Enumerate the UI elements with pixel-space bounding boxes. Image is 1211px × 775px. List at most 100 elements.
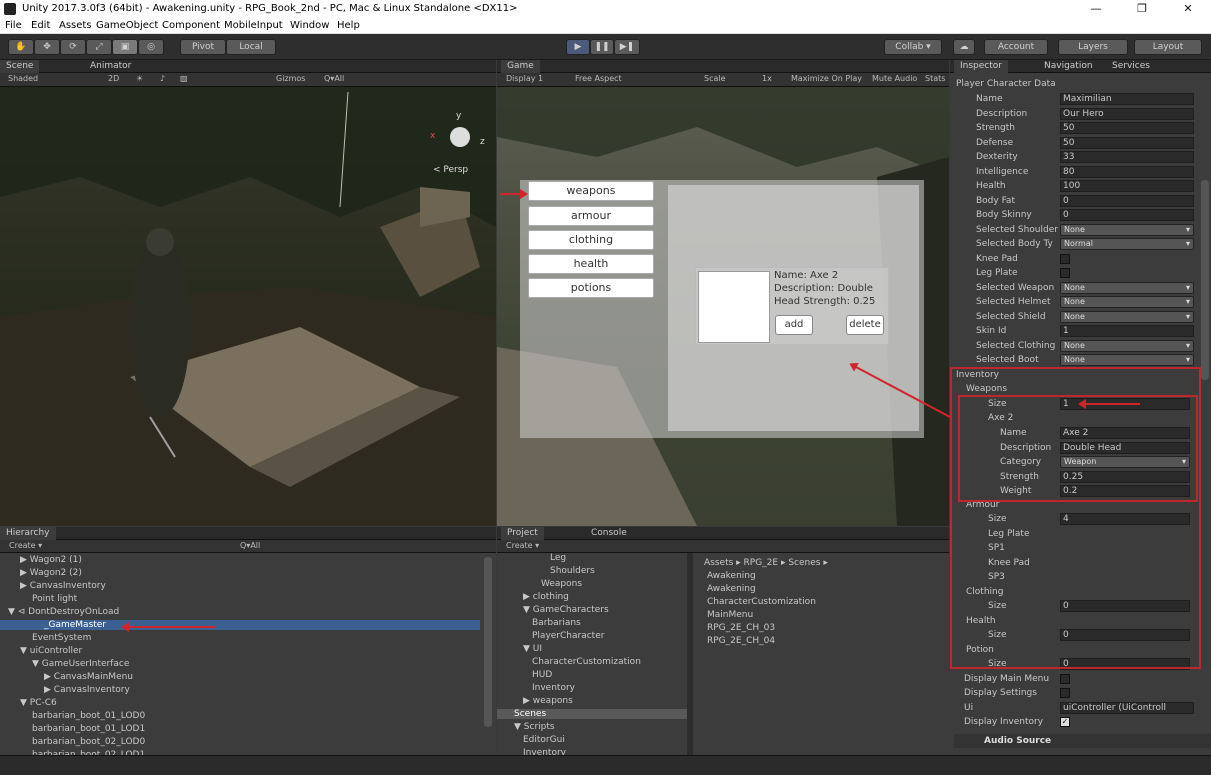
project-splitter[interactable] [687, 553, 693, 755]
field-input[interactable]: 33 [1060, 151, 1194, 163]
hierarchy-item-selected[interactable]: _GameMaster [0, 620, 480, 630]
field-input[interactable]: 50 [1060, 122, 1194, 134]
account-dropdown[interactable]: Account [984, 39, 1048, 55]
hierarchy-item[interactable]: ▶ CanvasInventory [44, 685, 130, 695]
menu-window[interactable]: Window [290, 20, 329, 31]
audio-source-header[interactable]: Audio Source [954, 734, 1211, 748]
tab-services[interactable]: Services [1106, 60, 1156, 73]
project-folder[interactable]: Scenes [497, 709, 687, 719]
project-folder[interactable]: ▶ weapons [523, 696, 573, 706]
tab-game[interactable]: Game [501, 60, 540, 73]
project-file[interactable]: RPG_2E_CH_04 [707, 636, 775, 646]
field-dropdown[interactable]: None [1060, 223, 1194, 236]
image-icon[interactable]: ▨ [180, 74, 188, 83]
field-input[interactable]: 50 [1060, 136, 1194, 149]
hierarchy-item[interactable]: ▼ uiController [20, 646, 82, 656]
gizmos-dropdown[interactable]: Gizmos [276, 74, 305, 83]
project-folder[interactable]: ▼ UI [523, 644, 542, 654]
project-create-dropdown[interactable]: Create ▾ [506, 541, 539, 550]
maximize-button[interactable]: ❐ [1119, 0, 1165, 18]
tab-navigation[interactable]: Navigation [1038, 60, 1099, 73]
stats-toggle[interactable]: Stats [925, 74, 945, 83]
minimize-button[interactable]: — [1073, 0, 1119, 18]
field-dropdown[interactable]: None [1060, 296, 1194, 308]
project-file[interactable]: CharacterCustomization [707, 597, 816, 607]
project-file[interactable]: Awakening [707, 584, 756, 594]
field-dropdown[interactable]: None [1060, 281, 1194, 294]
play-button-icon[interactable]: ▶ [566, 39, 590, 55]
hierarchy-item[interactable]: EventSystem [32, 633, 91, 643]
project-file[interactable]: MainMenu [707, 610, 753, 620]
menu-assets[interactable]: Assets [59, 20, 92, 31]
delete-button[interactable]: delete [846, 315, 884, 335]
add-button[interactable]: add [775, 315, 813, 335]
display-dropdown[interactable]: Display 1 [506, 74, 543, 83]
project-folder[interactable]: Leg [550, 553, 566, 563]
field-dropdown[interactable]: None [1060, 310, 1194, 323]
armour-button[interactable]: armour [528, 206, 654, 226]
project-folder[interactable]: ▶ clothing [523, 592, 569, 602]
tab-console[interactable]: Console [585, 527, 633, 540]
field-checkbox[interactable] [1060, 268, 1070, 278]
project-file[interactable]: Awakening [707, 571, 756, 581]
project-folder[interactable]: Shoulders [550, 566, 595, 576]
hierarchy-item[interactable]: ▶ CanvasMainMenu [44, 672, 133, 682]
clothing-button[interactable]: clothing [528, 230, 654, 250]
hierarchy-item[interactable]: ▼ ⊲ DontDestroyOnLoad [8, 607, 119, 617]
menu-gameobject[interactable]: GameObject [96, 20, 158, 31]
field-dropdown[interactable]: None [1060, 339, 1194, 352]
step-button-icon[interactable]: ▶❚ [614, 39, 640, 55]
field-dropdown[interactable]: None [1060, 354, 1194, 366]
ui-object-field[interactable]: uiController (UiControll [1060, 702, 1194, 714]
maximize-on-play-toggle[interactable]: Maximize On Play [791, 74, 862, 83]
potions-button[interactable]: potions [528, 278, 654, 298]
hierarchy-item[interactable]: barbarian_boot_01_LOD0 [32, 711, 145, 721]
project-folder[interactable]: ▼ GameCharacters [523, 605, 609, 615]
field-input[interactable]: Our Hero [1060, 107, 1194, 120]
pause-button-icon[interactable]: ❚❚ [590, 39, 614, 55]
move-tool-icon[interactable]: ✥ [34, 39, 60, 55]
2d-toggle[interactable]: 2D [108, 74, 119, 83]
menu-file[interactable]: File [5, 20, 22, 31]
tab-project[interactable]: Project [501, 527, 544, 540]
project-folder[interactable]: Barbarians [532, 618, 581, 628]
menu-edit[interactable]: Edit [31, 20, 50, 31]
hierarchy-item[interactable]: ▼ PC-C6 [20, 698, 57, 708]
project-breadcrumb[interactable]: Assets ▸ RPG_2E ▸ Scenes ▸ [704, 558, 828, 568]
menu-component[interactable]: Component [162, 20, 220, 31]
close-button[interactable]: ✕ [1165, 0, 1211, 18]
inspector-scrollbar[interactable] [1201, 180, 1209, 380]
rotate-tool-icon[interactable]: ⟳ [60, 39, 86, 55]
lighting-icon[interactable]: ☀ [136, 74, 143, 83]
field-input[interactable]: 0 [1060, 194, 1194, 207]
scene-gizmo[interactable]: y x z [430, 111, 485, 157]
hierarchy-item[interactable]: barbarian_boot_01_LOD1 [32, 724, 145, 734]
scale-tool-icon[interactable]: ⤢ [86, 39, 112, 55]
hierarchy-item[interactable]: barbarian_boot_02_LOD0 [32, 737, 145, 747]
scene-viewport[interactable]: y x z < Persp [0, 87, 496, 526]
cloud-icon[interactable]: ☁ [953, 39, 975, 55]
pivot-toggle[interactable]: Pivot [180, 39, 226, 55]
tab-inspector[interactable]: Inspector [954, 60, 1008, 73]
field-dropdown[interactable]: Normal [1060, 238, 1194, 250]
hierarchy-item[interactable]: Point light [32, 594, 77, 604]
transform-tool-icon[interactable]: ◎ [138, 39, 164, 55]
display-settings-checkbox[interactable] [1060, 688, 1070, 698]
tab-scene[interactable]: Scene [0, 60, 40, 73]
display-inventory-checkbox[interactable]: ✓ [1060, 717, 1070, 727]
field-input[interactable]: 100 [1060, 180, 1194, 192]
tab-hierarchy[interactable]: Hierarchy [0, 527, 56, 540]
layout-dropdown[interactable]: Layout [1134, 39, 1202, 55]
project-folder[interactable]: PlayerCharacter [532, 631, 604, 641]
component-header[interactable]: Player Character Data [954, 77, 1202, 91]
rect-tool-icon[interactable]: ▣ [112, 39, 138, 55]
display-main-menu-checkbox[interactable] [1060, 674, 1070, 684]
menu-mobileinput[interactable]: MobileInput [224, 20, 283, 31]
layers-dropdown[interactable]: Layers [1058, 39, 1128, 55]
persp-label[interactable]: < Persp [433, 165, 468, 175]
project-file[interactable]: RPG_2E_CH_03 [707, 623, 775, 633]
project-folder[interactable]: HUD [532, 670, 552, 680]
hierarchy-item[interactable]: ▶ Wagon2 (2) [20, 568, 82, 578]
hierarchy-item[interactable]: ▶ Wagon2 (1) [20, 555, 82, 565]
scene-search[interactable]: Q▾All [324, 74, 344, 83]
